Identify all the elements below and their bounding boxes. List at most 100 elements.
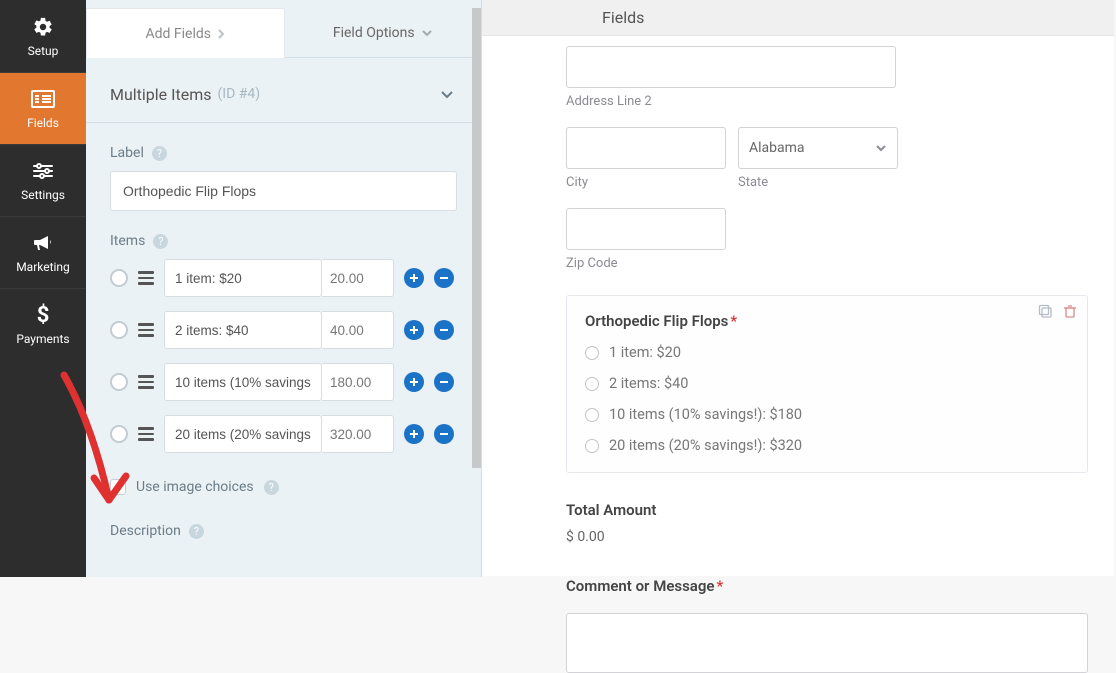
description-caption: Description xyxy=(110,523,181,539)
remove-item-button[interactable] xyxy=(434,424,454,444)
panel-body: Label ? Items ? xyxy=(86,145,481,539)
item-price-input[interactable] xyxy=(322,311,394,349)
image-choices-checkbox[interactable] xyxy=(110,479,126,495)
item-label-input[interactable] xyxy=(164,311,322,349)
default-radio[interactable] xyxy=(110,269,128,287)
form-preview: Address Line 2 City Alabama State Zip Co… xyxy=(482,36,1114,576)
section-header[interactable]: Multiple Items (ID #4) xyxy=(86,58,481,123)
svg-text:$: $ xyxy=(37,303,50,327)
city-label: City xyxy=(566,175,726,190)
builder-panel: Add Fields Field Options Multiple Items … xyxy=(86,0,482,577)
radio-icon[interactable] xyxy=(585,377,599,391)
item-price-input[interactable] xyxy=(322,259,394,297)
builder-scrollbar[interactable] xyxy=(472,0,481,577)
city-input[interactable] xyxy=(566,127,726,169)
default-radio[interactable] xyxy=(110,321,128,339)
tab-add-fields[interactable]: Add Fields xyxy=(86,8,285,58)
scrollbar-thumb[interactable] xyxy=(472,8,481,468)
items-group: Items ? xyxy=(110,233,457,539)
add-item-button[interactable] xyxy=(404,320,424,340)
nav-setup[interactable]: Setup xyxy=(0,0,86,72)
help-icon[interactable]: ? xyxy=(152,146,167,161)
chevron-down-icon xyxy=(421,29,433,37)
item-label-input[interactable] xyxy=(164,259,322,297)
label-caption: Label xyxy=(110,145,144,161)
item-label-input[interactable] xyxy=(164,363,322,401)
remove-item-button[interactable] xyxy=(434,320,454,340)
default-radio[interactable] xyxy=(110,425,128,443)
builder-tabs: Add Fields Field Options xyxy=(86,8,481,58)
comment-label: Comment or Message* xyxy=(566,577,1090,595)
total-value: $ 0.00 xyxy=(566,529,1090,545)
option-label: 1 item: $20 xyxy=(609,344,681,361)
bullhorn-icon xyxy=(31,231,55,255)
option-row[interactable]: 2 items: $40 xyxy=(585,375,1069,392)
nav-label: Marketing xyxy=(16,260,70,274)
gear-icon xyxy=(31,15,55,39)
chevron-down-icon xyxy=(875,144,887,152)
section-id: (ID #4) xyxy=(218,86,261,102)
add-item-button[interactable] xyxy=(404,268,424,288)
item-label-input[interactable] xyxy=(164,415,322,453)
item-row xyxy=(110,259,457,297)
nav-label: Settings xyxy=(21,188,65,202)
address-line2-label: Address Line 2 xyxy=(566,94,1090,109)
nav-label: Setup xyxy=(28,44,59,58)
zip-input[interactable] xyxy=(566,208,726,250)
card-title: Orthopedic Flip Flops* xyxy=(585,312,1069,330)
remove-item-button[interactable] xyxy=(434,372,454,392)
chevron-down-icon xyxy=(440,90,454,99)
nav-label: Payments xyxy=(16,332,69,346)
nav-settings[interactable]: Settings xyxy=(0,144,86,216)
option-row[interactable]: 20 items (20% savings!): $320 xyxy=(585,437,1069,454)
header-title: Fields xyxy=(602,8,644,27)
collapse-button[interactable] xyxy=(437,84,457,104)
state-select[interactable]: Alabama xyxy=(738,127,898,169)
radio-icon[interactable] xyxy=(585,346,599,360)
drag-handle-icon[interactable] xyxy=(138,427,154,441)
delete-icon[interactable] xyxy=(1063,304,1077,323)
required-star: * xyxy=(716,577,723,595)
add-item-button[interactable] xyxy=(404,424,424,444)
state-label: State xyxy=(738,175,898,190)
nav-payments[interactable]: $ Payments xyxy=(0,288,86,360)
add-item-button[interactable] xyxy=(404,372,424,392)
option-label: 10 items (10% savings!): $180 xyxy=(609,406,802,423)
help-icon[interactable]: ? xyxy=(189,524,204,539)
zip-label: Zip Code xyxy=(566,256,1090,271)
item-row xyxy=(110,415,457,453)
radio-icon[interactable] xyxy=(585,408,599,422)
help-icon[interactable]: ? xyxy=(264,480,279,495)
items-caption: Items xyxy=(110,233,145,249)
drag-handle-icon[interactable] xyxy=(138,323,154,337)
left-nav: Setup Fields Settings Marketing $ Paymen… xyxy=(0,0,86,577)
remove-item-button[interactable] xyxy=(434,268,454,288)
option-label: 2 items: $40 xyxy=(609,375,688,392)
list-icon xyxy=(31,87,55,111)
nav-fields[interactable]: Fields xyxy=(0,72,86,144)
multiple-items-preview[interactable]: Orthopedic Flip Flops* 1 item: $20 2 ite… xyxy=(566,295,1088,473)
item-price-input[interactable] xyxy=(322,363,394,401)
chevron-right-icon xyxy=(217,28,225,40)
option-row[interactable]: 10 items (10% savings!): $180 xyxy=(585,406,1069,423)
drag-handle-icon[interactable] xyxy=(138,271,154,285)
drag-handle-icon[interactable] xyxy=(138,375,154,389)
option-label: 20 items (20% savings!): $320 xyxy=(609,437,802,454)
nav-marketing[interactable]: Marketing xyxy=(0,216,86,288)
comment-textarea[interactable] xyxy=(566,613,1088,673)
duplicate-icon[interactable] xyxy=(1038,304,1053,323)
option-row[interactable]: 1 item: $20 xyxy=(585,344,1069,361)
state-value: Alabama xyxy=(749,140,805,156)
help-icon[interactable]: ? xyxy=(153,234,168,249)
item-price-input[interactable] xyxy=(322,415,394,453)
label-input[interactable] xyxy=(110,171,457,211)
radio-icon[interactable] xyxy=(585,439,599,453)
tab-label: Field Options xyxy=(333,25,415,41)
total-label: Total Amount xyxy=(566,501,1090,519)
address-line2-input[interactable] xyxy=(566,46,896,88)
header-bar: Fields xyxy=(482,0,1114,36)
image-choices-row: Use image choices ? xyxy=(110,479,457,495)
image-choices-label: Use image choices xyxy=(136,479,254,495)
default-radio[interactable] xyxy=(110,373,128,391)
tab-field-options[interactable]: Field Options xyxy=(285,8,482,58)
